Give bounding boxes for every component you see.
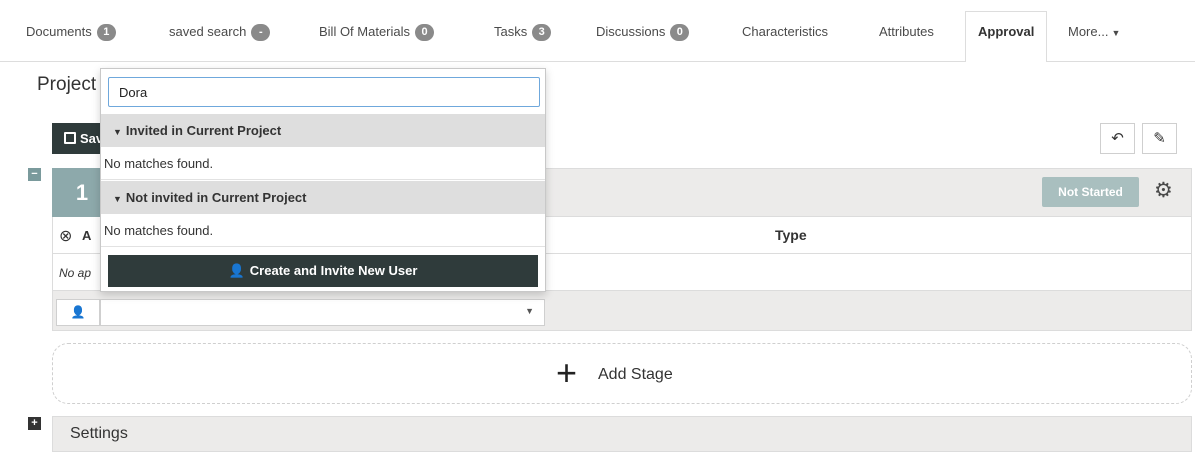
tab-saved-search[interactable]: saved search - [169, 12, 271, 52]
tab-more[interactable]: More... ▼ [1068, 12, 1120, 52]
tab-approval[interactable]: Approval [965, 11, 1048, 62]
tab-bar: Documents 1 saved search - Bill Of Materia… [0, 0, 1195, 62]
eraser-icon: ✎ [1153, 130, 1166, 147]
expand-settings-icon[interactable]: + [28, 417, 41, 430]
tab-label: Discussions [596, 24, 666, 39]
caret-down-icon: ▼ [113, 194, 122, 204]
collapse-stage-icon[interactable]: − [28, 168, 41, 181]
tab-label: Documents [26, 24, 92, 39]
no-matches-text: No matches found. [101, 214, 545, 247]
count-badge: - [251, 24, 271, 41]
eraser-button[interactable]: ✎ [1142, 123, 1177, 154]
page-title: Project [37, 74, 97, 95]
group-header-not-invited[interactable]: ▼ Not invited in Current Project [101, 181, 545, 214]
count-badge: 0 [670, 24, 690, 41]
tab-bill-of-materials[interactable]: Bill Of Materials 0 [319, 12, 435, 52]
create-invite-label: Create and Invite New User [249, 263, 418, 278]
user-search-dropdown: ▼Invited in Current Project No matches f… [100, 68, 546, 292]
user-search-input[interactable] [108, 77, 540, 107]
tab-label: More... [1068, 24, 1109, 39]
tab-label: Tasks [494, 24, 528, 39]
add-user-icon: 👤 [70, 305, 86, 319]
undo-icon: ↶ [1111, 130, 1124, 147]
remove-circle-icon[interactable]: ⊗ [59, 226, 72, 246]
user-select[interactable]: ▼ [100, 299, 545, 326]
count-badge: 3 [532, 24, 552, 41]
no-matches-text: No matches found. [101, 147, 545, 180]
settings-panel[interactable] [52, 416, 1192, 452]
tab-label: Characteristics [742, 24, 828, 39]
gear-icon[interactable]: ⚙ [1154, 178, 1173, 204]
column-header-type: Type [775, 227, 807, 243]
create-invite-user-button[interactable]: 👤 Create and Invite New User [108, 255, 538, 287]
add-stage-label: Add Stage [598, 366, 673, 383]
count-badge: 0 [415, 24, 435, 41]
tab-characteristics[interactable]: Characteristics [742, 12, 828, 52]
add-user-icon: 👤 [228, 263, 245, 278]
empty-row-text: No ap [59, 266, 92, 280]
tab-label: saved search [169, 24, 247, 39]
tab-documents[interactable]: Documents 1 [26, 12, 116, 52]
plus-icon: + [556, 352, 578, 393]
chevron-down-icon: ▼ [1111, 28, 1121, 38]
group-label: Not invited in Current Project [125, 190, 307, 205]
tab-label: Approval [978, 24, 1035, 39]
column-header-approver: A [82, 228, 92, 243]
settings-label: Settings [70, 425, 128, 442]
tab-tasks[interactable]: Tasks 3 [494, 12, 552, 52]
tab-discussions[interactable]: Discussions 0 [596, 12, 690, 52]
group-header-invited[interactable]: ▼ Invited in Current Project [101, 114, 545, 147]
undo-button[interactable]: ↶ [1100, 123, 1135, 154]
tab-label: Bill Of Materials [319, 24, 411, 39]
caret-down-icon: ▼ [113, 127, 122, 137]
count-badge: 1 [96, 24, 116, 41]
chevron-down-icon: ▼ [525, 306, 534, 316]
add-user-button[interactable]: 👤 [56, 299, 100, 326]
floppy-disk-icon [64, 132, 76, 144]
status-badge: Not Started [1042, 177, 1139, 207]
tab-attributes[interactable]: Attributes [879, 12, 934, 52]
tab-label: Attributes [879, 24, 934, 39]
group-label: Invited in Current Project [125, 123, 282, 138]
